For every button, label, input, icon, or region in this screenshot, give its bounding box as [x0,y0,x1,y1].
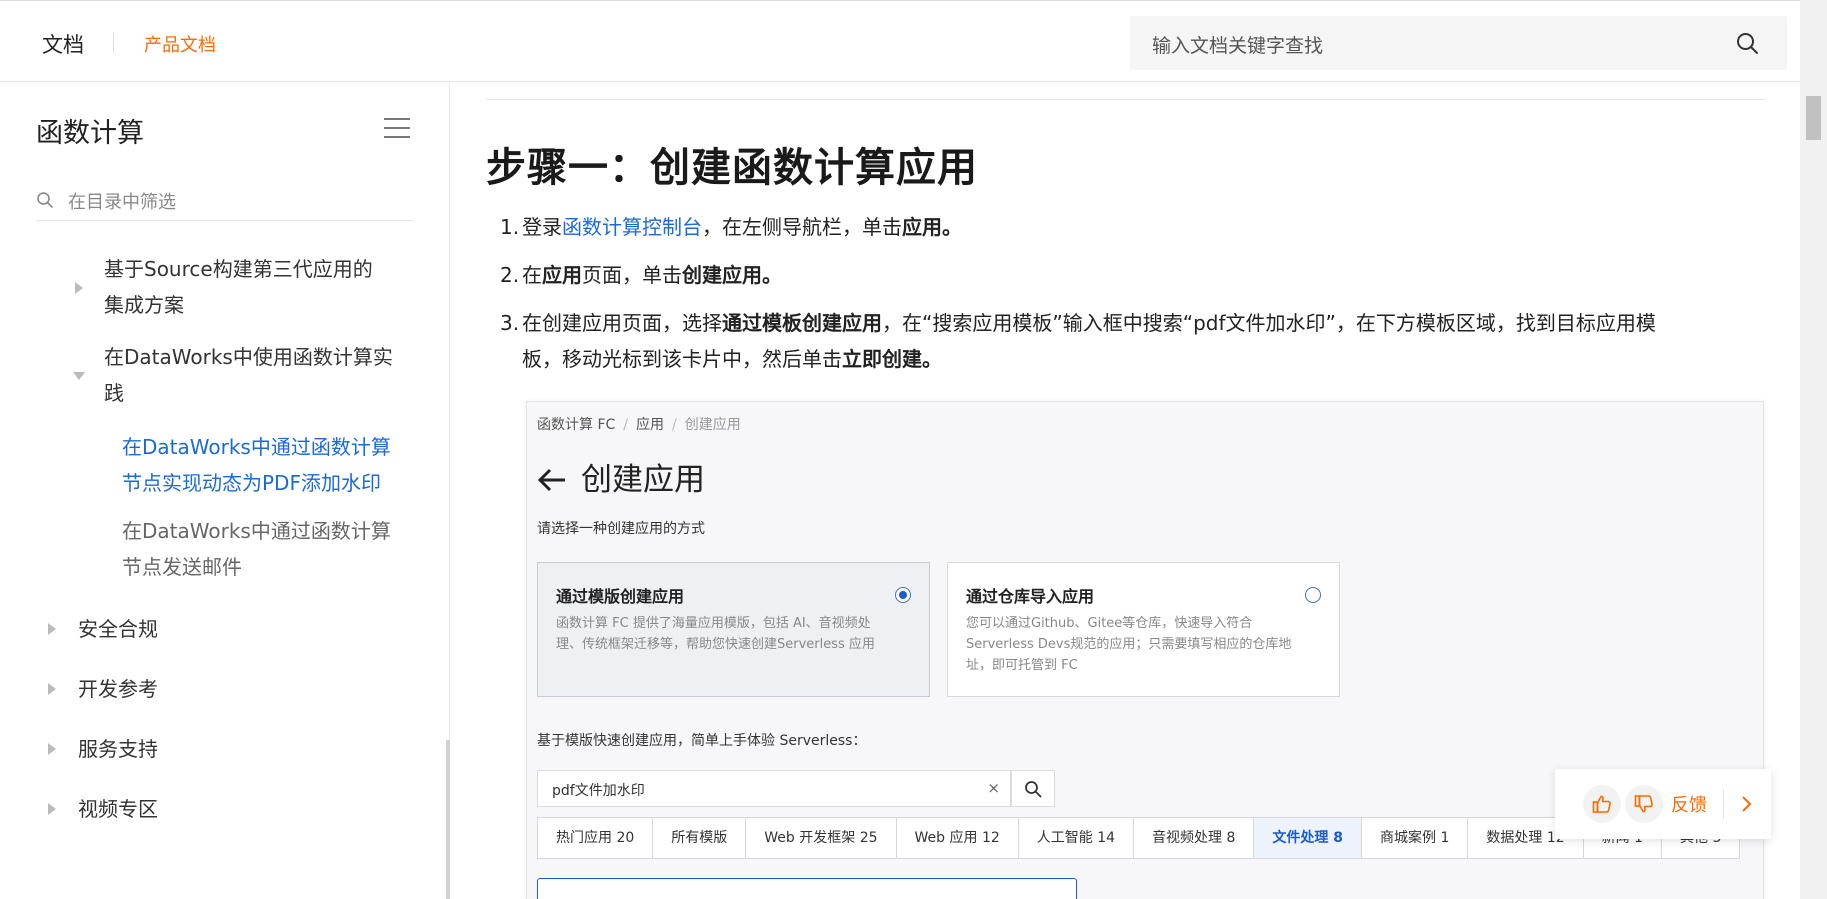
page-scrollbar[interactable] [1800,0,1827,899]
caret-right-icon[interactable] [48,683,56,695]
tab-web-framework: Web 开发框架 25 [746,817,897,859]
clear-icon: × [987,779,1000,797]
sidebar-item-pdf-watermark[interactable]: 在DataWorks中通过函数计算 节点实现动态为PDF添加水印 [122,429,391,501]
tab-hot-apps: 热门应用 20 [537,817,654,859]
template-result-card [537,878,1077,899]
template-create-card: 通过模版创建应用 函数计算 FC 提供了海量应用模版，包括 AI、音视频处理、传… [537,562,930,697]
sidebar-item-dataworks-practice[interactable]: 在DataWorks中使用函数计算实 践 [104,339,393,411]
repo-import-card: 通过仓库导入应用 您可以通过Github、Gitee等仓库，快速导入符合Serv… [947,562,1340,697]
toc-filter-input[interactable]: 在目录中筛选 [36,179,414,221]
tab-ai: 人工智能 14 [1018,817,1135,859]
sidebar-item-source-integration[interactable]: 基于Source构建第三代应用的 集成方案 [104,251,373,323]
sidebar-title: 函数计算 [36,118,144,149]
thumbs-up-button[interactable] [1583,785,1621,823]
radio-selected-icon [895,587,911,603]
tab-media: 音视频处理 8 [1134,817,1255,859]
tab-file-processing: 文件处理 8 [1254,817,1363,859]
caret-right-icon[interactable] [48,623,56,635]
screenshot-title: 创建应用 [537,454,705,499]
sidebar-item-send-email[interactable]: 在DataWorks中通过函数计算 节点发送邮件 [122,513,391,585]
tab-web-apps: Web 应用 12 [896,817,1019,859]
screenshot-subtitle-2: 基于模版快速创建应用，简单上手体验 Serverless： [537,733,867,749]
thumbs-down-button[interactable] [1625,785,1663,823]
caret-right-icon[interactable] [48,803,56,815]
radio-unselected-icon [1305,587,1321,603]
content-divider [486,99,1766,100]
caret-down-icon[interactable] [73,372,85,380]
sidebar-item-security[interactable]: 安全合规 [78,611,158,647]
brand-divider [113,33,114,53]
doc-search-input[interactable]: 输入文档关键字查找 [1130,16,1787,70]
menu-icon[interactable] [384,117,410,139]
template-search-button [1011,770,1055,807]
tab-all-templates: 所有模版 [653,817,747,859]
feedback-button[interactable]: 反馈 [1671,791,1707,817]
search-icon [1025,781,1042,798]
chevron-right-icon[interactable] [1741,795,1753,813]
step-3: 3. 在创建应用页面，选择通过模板创建应用，在“搜索应用模板”输入框中搜索“pdf… [500,311,1656,371]
fc-console-link[interactable]: 函数计算控制台 [562,215,702,239]
feedback-widget: 反馈 [1555,769,1771,839]
caret-right-icon[interactable] [75,282,83,294]
feedback-divider [1723,789,1724,819]
tab-mall: 商城案例 1 [1362,817,1469,859]
back-arrow-icon [537,468,565,492]
caret-right-icon[interactable] [48,743,56,755]
sidebar-item-support[interactable]: 服务支持 [78,731,158,767]
doc-search-placeholder: 输入文档关键字查找 [1152,35,1324,57]
section-heading: 步骤一：创建函数计算应用 [486,145,978,191]
thumbs-down-icon [1634,795,1653,813]
page-scrollbar-thumb[interactable] [1806,96,1821,140]
top-header: 文档 产品文档 输入文档关键字查找 [0,0,1800,82]
screenshot-subtitle: 请选择一种创建应用的方式 [537,521,705,537]
template-search-field: pdf文件加水印 × [537,770,1011,807]
thumbs-up-icon [1592,795,1611,813]
sidebar-scrollbar[interactable] [446,740,450,899]
filter-search-icon [37,192,53,208]
step-2: 2. 在应用页面，单击创建应用。 [500,263,782,287]
search-icon[interactable] [1735,31,1759,55]
doc-sidebar: 函数计算 在目录中筛选 基于Source构建第三代应用的 集成方案 在DataW… [0,83,450,899]
sidebar-item-videos[interactable]: 视频专区 [78,791,158,827]
toc-filter-placeholder: 在目录中筛选 [68,192,176,213]
screenshot-breadcrumb: 函数计算 FC / 应用 / 创建应用 [537,417,741,433]
step-1: 1. 登录函数计算控制台，在左侧导航栏，单击应用。 [500,215,962,239]
brand-docs-link[interactable]: 文档 [42,29,84,59]
sidebar-item-dev-reference[interactable]: 开发参考 [78,671,158,707]
product-docs-link[interactable]: 产品文档 [144,31,216,57]
